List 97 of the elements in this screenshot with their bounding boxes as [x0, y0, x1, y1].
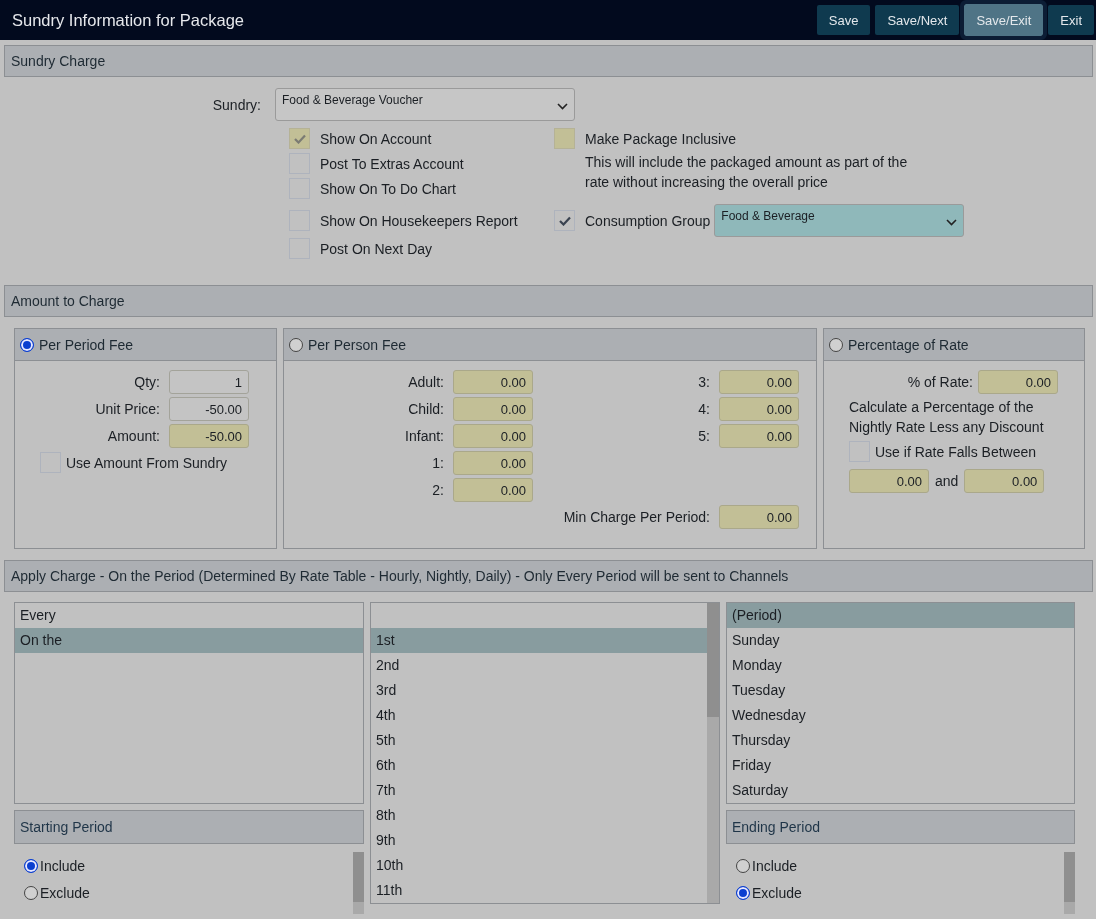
- toolbar-button[interactable]: Exit: [1048, 5, 1094, 35]
- checkbox-label: Consumption Group: [585, 212, 711, 229]
- radio-label: Include: [40, 857, 86, 874]
- section-header: Apply Charge - On the Period (Determined By Rate Table - Hourly, Nightly, Daily) - Only Every Period will be sent to Channels: [4, 560, 1093, 592]
- toolbar-button[interactable]: Save/Next: [875, 5, 960, 35]
- list-item[interactable]: 8th: [371, 803, 707, 828]
- radio-button[interactable]: [736, 885, 750, 900]
- radio-button[interactable]: [736, 858, 750, 873]
- field-label: 1:: [431, 454, 444, 473]
- field-label: 3:: [697, 373, 710, 392]
- check-icon: [558, 215, 571, 226]
- radio-button[interactable]: [24, 858, 38, 873]
- input-field[interactable]: 0.00: [719, 424, 799, 448]
- input-field[interactable]: -50.00: [169, 424, 249, 448]
- list-item[interactable]: Thursday: [727, 728, 1074, 753]
- field-label: 2:: [431, 481, 444, 500]
- list-item[interactable]: Friday: [727, 753, 1074, 778]
- toolbar-button[interactable]: Save: [816, 5, 871, 35]
- check-icon: [293, 133, 306, 144]
- field-label: Sundry:: [211, 96, 262, 113]
- field-label: and: [935, 473, 959, 489]
- field-label: Min Charge Per Period:: [562, 508, 710, 527]
- list-item[interactable]: On the: [15, 628, 363, 653]
- radio-label: Exclude: [752, 884, 802, 901]
- input-field[interactable]: -50.00: [169, 397, 249, 421]
- scrollbar[interactable]: [707, 603, 719, 903]
- scrollbar[interactable]: [1064, 852, 1075, 914]
- dropdown-value: Food & Beverage Voucher: [282, 93, 423, 107]
- field-label: Amount:: [106, 427, 160, 446]
- input-field[interactable]: 0.00: [453, 451, 533, 475]
- dropdown[interactable]: Food & Beverage Voucher: [275, 88, 575, 121]
- list-item[interactable]: Saturday: [727, 778, 1074, 803]
- list-item[interactable]: Monday: [727, 653, 1074, 678]
- chevron-down-icon: [557, 103, 568, 110]
- list-item[interactable]: 6th: [371, 753, 707, 778]
- group-header: Starting Period: [14, 810, 364, 844]
- checkbox[interactable]: [554, 210, 575, 231]
- list-item[interactable]: 9th: [371, 828, 707, 853]
- list-item[interactable]: 10th: [371, 853, 707, 878]
- radio-button[interactable]: [829, 337, 843, 352]
- list-item[interactable]: Wednesday: [727, 703, 1074, 728]
- field-label: Unit Price:: [94, 400, 160, 419]
- field-label: % of Rate:: [907, 373, 973, 392]
- list-item[interactable]: 4th: [371, 703, 707, 728]
- input-field[interactable]: 0.00: [964, 469, 1045, 493]
- input-field[interactable]: 0.00: [453, 397, 533, 421]
- field-label: 4:: [697, 400, 710, 419]
- checkbox-label: Post On Next Day: [320, 240, 433, 257]
- checkbox-label: Use if Rate Falls Between: [875, 443, 1037, 460]
- checkbox-label: Show On Housekeepers Report: [320, 212, 518, 229]
- list-item[interactable]: Sunday: [727, 628, 1074, 653]
- help-text: This will include the packaged amount as part of the rate without increasing the overall price: [584, 153, 909, 192]
- input-field[interactable]: 1: [169, 370, 249, 394]
- radio-label: Exclude: [40, 884, 90, 901]
- radio-button[interactable]: [289, 337, 303, 352]
- input-field[interactable]: 0.00: [719, 397, 799, 421]
- field-label: Infant:: [404, 427, 444, 446]
- chevron-down-icon: [946, 219, 958, 226]
- radio-button[interactable]: [20, 337, 34, 352]
- input-field[interactable]: 0.00: [719, 370, 799, 394]
- radio-label: Per Person Fee: [308, 336, 407, 353]
- field-label: 5:: [697, 427, 710, 446]
- list-item[interactable]: Every: [15, 603, 363, 628]
- checkbox-label: Post To Extras Account: [320, 155, 464, 172]
- list-item[interactable]: Tuesday: [727, 678, 1074, 703]
- field-label: Child:: [407, 400, 444, 419]
- list-item[interactable]: 11th: [371, 878, 707, 903]
- dropdown-value: Food & Beverage: [721, 209, 815, 223]
- field-label: Qty:: [133, 373, 160, 392]
- list-item[interactable]: 3rd: [371, 678, 707, 703]
- input-field[interactable]: 0.00: [453, 478, 533, 502]
- list-item[interactable]: 1st: [371, 628, 707, 653]
- input-field[interactable]: 0.00: [453, 370, 533, 394]
- scrollbar[interactable]: [353, 852, 364, 914]
- checkbox-label: Use Amount From Sundry: [66, 454, 228, 471]
- checkbox-label: Make Package Inclusive: [585, 130, 736, 147]
- radio-label: Include: [752, 857, 798, 874]
- list-item[interactable]: 2nd: [371, 653, 707, 678]
- window-title: Sundry Information for Package: [12, 10, 245, 30]
- checkbox-label: Show On Account: [320, 130, 432, 147]
- radio-button[interactable]: [24, 885, 38, 900]
- section-header: Amount to Charge: [4, 285, 1093, 317]
- dropdown[interactable]: Food & Beverage: [714, 204, 965, 237]
- group-header: Ending Period: [726, 810, 1075, 844]
- radio-label: Per Period Fee: [39, 336, 134, 353]
- list-item[interactable]: 5th: [371, 728, 707, 753]
- help-text: Calculate a Percentage of the Nightly Rate Less any Discount: [849, 398, 1045, 437]
- section-header: Sundry Charge: [4, 45, 1093, 77]
- list-item[interactable]: (Period): [727, 603, 1074, 628]
- field-label: Adult:: [407, 373, 444, 392]
- list-item[interactable]: 7th: [371, 778, 707, 803]
- input-field[interactable]: 0.00: [978, 370, 1058, 394]
- radio-label: Percentage of Rate: [848, 336, 969, 353]
- input-field[interactable]: 0.00: [849, 469, 929, 493]
- checkbox-label: Show On To Do Chart: [320, 180, 456, 197]
- input-field[interactable]: 0.00: [453, 424, 533, 448]
- input-field[interactable]: 0.00: [719, 505, 799, 529]
